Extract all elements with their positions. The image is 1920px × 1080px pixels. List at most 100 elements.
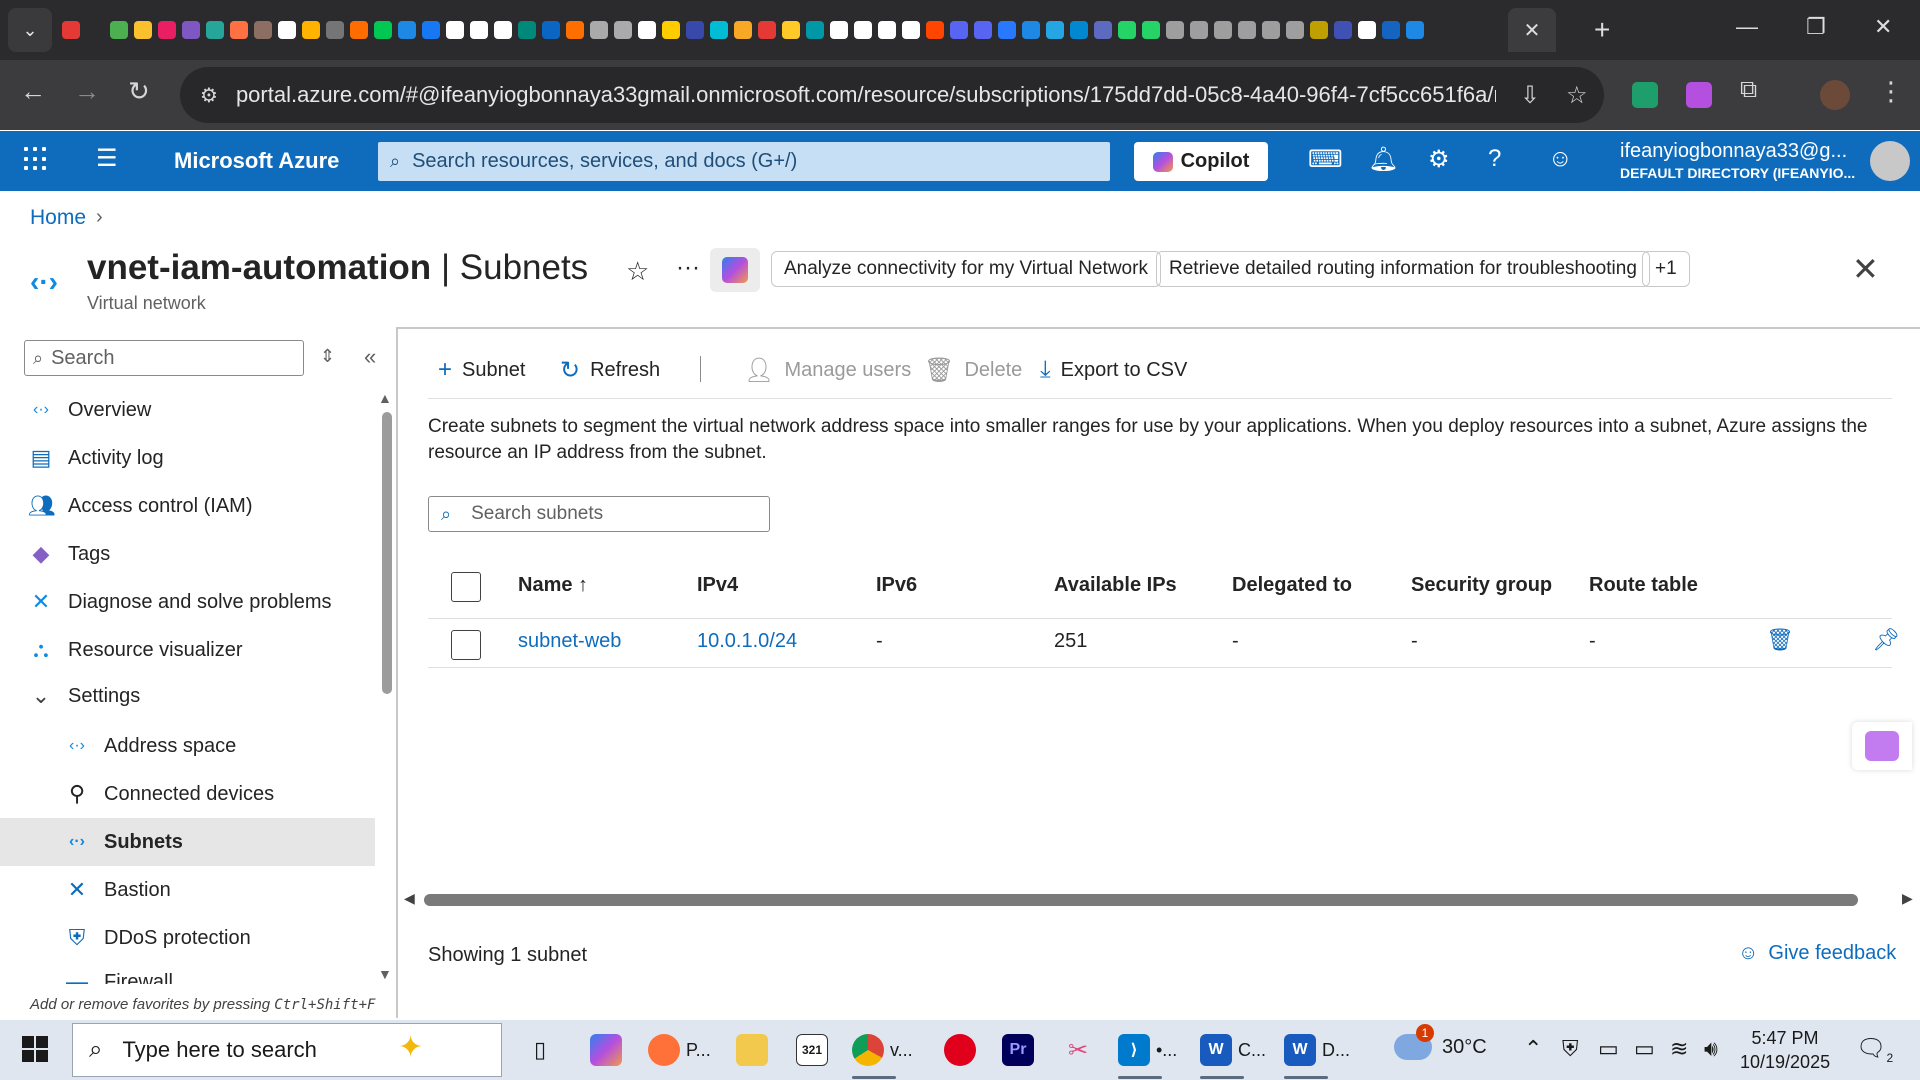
active-tab-close-button[interactable]: ✕ <box>1508 8 1556 52</box>
scroll-down-arrow-icon[interactable]: ▼ <box>378 966 392 982</box>
scroll-right-arrow-icon[interactable]: ▶ <box>1902 890 1913 907</box>
pinned-tab-favicon[interactable] <box>902 21 920 39</box>
pinned-tab-favicon[interactable] <box>374 21 392 39</box>
breadcrumb-home[interactable]: Home <box>30 206 86 230</box>
pinned-tab-favicon[interactable] <box>734 21 752 39</box>
column-header-security-group[interactable]: Security group <box>1411 574 1552 597</box>
more-actions-icon[interactable]: ··· <box>676 254 700 282</box>
pinned-tab-favicon[interactable] <box>1166 21 1184 39</box>
pinned-tab-favicon[interactable] <box>326 21 344 39</box>
pinned-tab-favicon[interactable] <box>1406 21 1424 39</box>
expand-collapse-all-icon[interactable]: ⇕ <box>320 346 335 367</box>
pinned-tab-favicon[interactable] <box>1070 21 1088 39</box>
pinned-tab-favicon[interactable] <box>614 21 632 39</box>
sidebar-item-overview[interactable]: ‹·› Overview <box>28 386 151 434</box>
new-tab-button[interactable]: + <box>1594 14 1610 46</box>
task-view-icon[interactable]: ▯ <box>524 1032 556 1068</box>
row-pin-icon[interactable]: 📌︎ <box>1872 627 1900 653</box>
pinned-tab-favicon[interactable] <box>590 21 608 39</box>
side-extension-widget[interactable] <box>1852 722 1912 770</box>
sidebar-item-resource-visualizer[interactable]: ⛬ Resource visualizer <box>28 626 242 674</box>
pinned-tab-favicon[interactable] <box>854 21 872 39</box>
pinned-tab-favicon[interactable] <box>1118 21 1136 39</box>
settings-gear-icon[interactable]: ⚙ <box>1428 145 1450 174</box>
file-explorer-icon[interactable] <box>736 1032 768 1068</box>
pinned-tab-favicon[interactable] <box>350 21 368 39</box>
row-delete-icon[interactable]: 🗑︎ <box>1766 627 1794 653</box>
pinned-tab-favicon[interactable] <box>62 21 80 39</box>
sidebar-scrollbar[interactable] <box>382 412 392 694</box>
pinned-tab-favicon[interactable] <box>950 21 968 39</box>
site-info-icon[interactable]: ⚙ <box>200 83 218 108</box>
cloud-shell-icon[interactable]: ⌨ <box>1308 145 1343 174</box>
sidebar-item-tags[interactable]: ◆ Tags <box>28 530 111 578</box>
sidebar-item-address-space[interactable]: ‹·› Address space <box>64 722 236 770</box>
account-info[interactable]: ifeanyiogbonnaya33@g... DEFAULT DIRECTOR… <box>1620 140 1855 181</box>
pinned-tab-favicon[interactable] <box>1022 21 1040 39</box>
taskbar-app-word[interactable]: W C... <box>1200 1032 1266 1068</box>
pinned-tab-favicon[interactable] <box>1094 21 1112 39</box>
system-clock[interactable]: 5:47 PM 10/19/2025 <box>1740 1026 1830 1074</box>
pinned-tab-favicon[interactable] <box>662 21 680 39</box>
column-header-ipv4[interactable]: IPv4 <box>697 574 738 597</box>
azure-brand[interactable]: Microsoft Azure <box>174 148 339 174</box>
sidebar-item-diagnose[interactable]: ✕ Diagnose and solve problems <box>28 578 332 626</box>
install-app-icon[interactable]: ⇩ <box>1520 81 1540 110</box>
column-header-delegated-to[interactable]: Delegated to <box>1232 574 1352 597</box>
pinned-tab-favicon[interactable] <box>446 21 464 39</box>
volume-icon[interactable]: 🔊︎ <box>1704 1036 1718 1062</box>
subnet-name-link[interactable]: subnet-web <box>518 630 621 653</box>
copilot-button[interactable]: Copilot <box>1134 142 1268 181</box>
copilot-prompt-pill[interactable]: Retrieve detailed routing information fo… <box>1156 251 1650 287</box>
column-header-available-ips[interactable]: Available IPs <box>1054 574 1177 597</box>
pinned-tab-favicon[interactable] <box>158 21 176 39</box>
scroll-left-arrow-icon[interactable]: ◀ <box>404 890 415 907</box>
pinned-tab-favicon[interactable] <box>398 21 416 39</box>
bookmark-star-icon[interactable]: ☆ <box>1566 81 1588 110</box>
chevron-up-icon[interactable]: ⌃ <box>1524 1036 1542 1062</box>
sidebar-item-bastion[interactable]: ✕ Bastion <box>64 866 171 914</box>
forward-icon[interactable]: → <box>74 76 100 107</box>
pinned-tab-favicon[interactable] <box>686 21 704 39</box>
pinned-tab-favicon[interactable] <box>1382 21 1400 39</box>
pinned-tab-favicon[interactable] <box>494 21 512 39</box>
feedback-icon[interactable]: ☺ <box>1548 145 1573 173</box>
extension-icon[interactable] <box>1632 82 1658 108</box>
sidebar-group-settings[interactable]: ⌄ Settings <box>28 672 140 720</box>
search-highlight-icon[interactable]: ✦ <box>398 1030 423 1065</box>
pinned-tab-favicon[interactable] <box>182 21 200 39</box>
select-all-checkbox[interactable] <box>451 572 481 602</box>
taskbar-app-firefox[interactable]: P... <box>648 1032 711 1068</box>
column-header-ipv6[interactable]: IPv6 <box>876 574 917 597</box>
sidebar-item-activity-log[interactable]: ▤ Activity log <box>28 434 164 482</box>
taskbar-search-box[interactable]: ⌕ Type here to search <box>72 1023 502 1077</box>
pinned-tab-favicon[interactable] <box>134 21 152 39</box>
pinned-tab-favicon[interactable] <box>278 21 296 39</box>
table-horizontal-scrollbar[interactable] <box>424 894 1858 906</box>
pinned-tab-favicon[interactable] <box>230 21 248 39</box>
pinned-tab-favicon[interactable] <box>110 21 128 39</box>
pinned-tab-favicon[interactable] <box>518 21 536 39</box>
browser-menu-icon[interactable]: ⋮ <box>1878 76 1904 107</box>
favorite-star-icon[interactable]: ☆ <box>626 256 649 287</box>
pinned-tab-favicon[interactable] <box>830 21 848 39</box>
battery-icon[interactable]: ▭ <box>1634 1036 1655 1062</box>
copilot-prompt-pill[interactable]: Analyze connectivity for my Virtual Netw… <box>771 251 1161 287</box>
pinned-tab-favicon[interactable] <box>878 21 896 39</box>
sidebar-item-ddos[interactable]: ⛨ DDoS protection <box>64 914 251 962</box>
app-launcher-icon[interactable] <box>24 147 48 171</box>
notifications-bell-icon[interactable]: 🔔︎ <box>1368 145 1398 174</box>
pinned-tab-favicon[interactable] <box>566 21 584 39</box>
premiere-pro-icon[interactable]: Pr <box>1002 1032 1034 1068</box>
tab-search-button[interactable]: ⌄ <box>8 8 52 52</box>
taskbar-app-vscode[interactable]: ⟩ •... <box>1118 1032 1177 1068</box>
column-header-route-table[interactable]: Route table <box>1589 574 1698 597</box>
close-blade-icon[interactable]: ✕ <box>1852 250 1879 288</box>
calendar-icon[interactable]: 321 <box>796 1032 828 1068</box>
pinned-tab-favicon[interactable] <box>806 21 824 39</box>
pinned-tab-favicon[interactable] <box>1358 21 1376 39</box>
pinned-tab-favicon[interactable] <box>1046 21 1064 39</box>
snipping-tool-icon[interactable]: ✂ <box>1062 1032 1094 1068</box>
security-icon[interactable]: ⛨ <box>1562 1036 1579 1062</box>
refresh-button[interactable]: ↻ Refresh <box>560 352 660 388</box>
